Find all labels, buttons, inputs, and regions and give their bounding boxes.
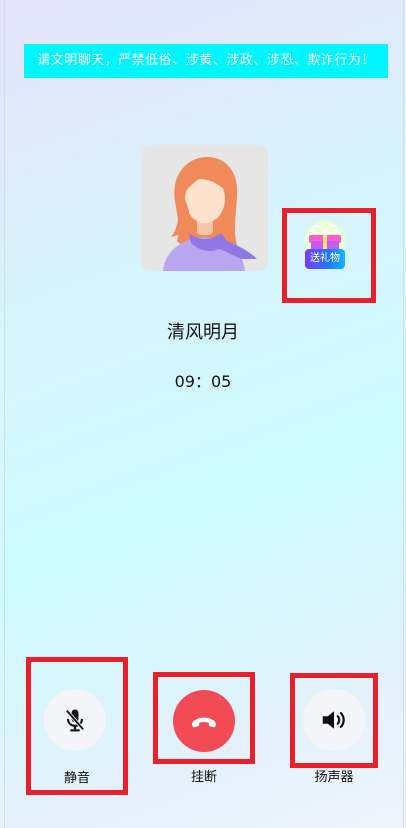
civility-notice-banner: 请文明聊天，严禁低俗、涉黄、涉政、涉恐、欺诈行为！ [24, 44, 388, 78]
hangup-control[interactable]: 挂断 [153, 672, 255, 792]
mute-button[interactable] [44, 689, 106, 751]
send-gift-label: 送礼物 [305, 249, 345, 269]
caller-avatar [141, 145, 268, 271]
woman-avatar-icon [141, 145, 268, 271]
phone-hangup-icon [192, 717, 216, 728]
speaker-button[interactable] [303, 689, 365, 751]
mute-control[interactable]: 静音 [26, 657, 128, 795]
speaker-icon [322, 711, 345, 729]
speaker-label: 扬声器 [314, 770, 354, 785]
send-gift-button[interactable]: 送礼物 [301, 219, 349, 271]
gift-icon [309, 225, 341, 251]
hangup-label: 挂断 [190, 770, 217, 785]
hangup-button[interactable] [173, 690, 235, 752]
mute-label: 静音 [63, 771, 90, 786]
call-duration: 09：05 [174, 372, 232, 391]
caller-name: 清风明月 [167, 322, 239, 343]
speaker-control[interactable]: 扬声器 [290, 673, 378, 793]
mic-off-icon [65, 709, 85, 732]
